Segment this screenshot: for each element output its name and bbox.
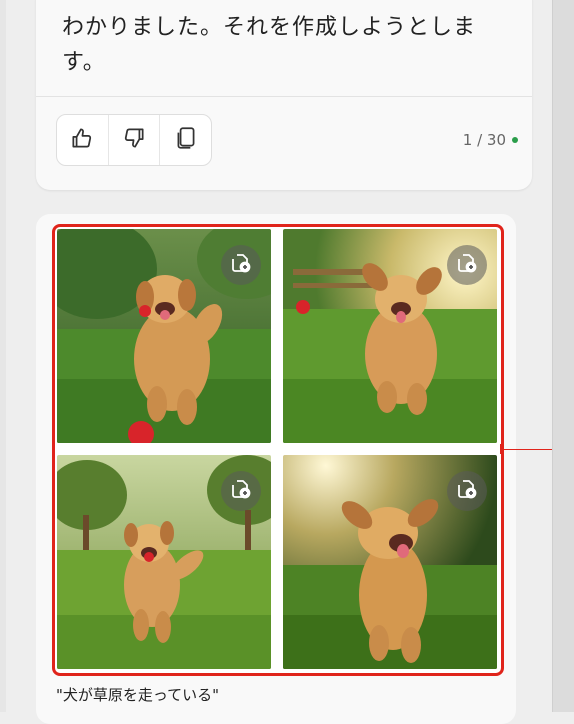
image-grid-highlight: [52, 224, 504, 676]
feedback-toolbar: [56, 114, 212, 166]
save-image-button[interactable]: [447, 245, 487, 285]
dislike-button[interactable]: [109, 115, 161, 165]
generated-image-4[interactable]: [283, 455, 497, 669]
copy-icon: [173, 125, 199, 155]
save-to-collection-icon: [455, 251, 479, 279]
assistant-message-card: わかりました。それを作成しようとしま す。 1 / 30: [36, 0, 532, 190]
turn-counter-text: 1 / 30: [462, 131, 506, 149]
save-image-button[interactable]: [221, 471, 261, 511]
image-result-card: "犬が草原を走っている": [36, 214, 516, 724]
copy-button[interactable]: [160, 115, 211, 165]
save-to-collection-icon: [229, 477, 253, 505]
generated-image-2[interactable]: [283, 229, 497, 443]
scrollbar-track[interactable]: [552, 0, 574, 712]
image-prompt-caption: "犬が草原を走っている": [56, 686, 220, 704]
turn-counter: 1 / 30: [463, 131, 518, 149]
assistant-message-text: わかりました。それを作成しようとしま す。: [62, 10, 482, 80]
save-image-button[interactable]: [221, 245, 261, 285]
save-image-button[interactable]: [447, 471, 487, 511]
callout-line: [500, 449, 552, 450]
save-to-collection-icon: [455, 477, 479, 505]
divider: [36, 96, 532, 97]
generated-image-1[interactable]: [57, 229, 271, 443]
page-edge: [0, 0, 6, 712]
generated-image-3[interactable]: [57, 455, 271, 669]
thumbs-up-icon: [69, 125, 95, 155]
status-dot: [512, 137, 518, 143]
message-line: わかりました。それを作成しようとしま: [62, 15, 477, 40]
thumbs-down-icon: [121, 125, 147, 155]
message-line: す。: [62, 50, 106, 75]
like-button[interactable]: [57, 115, 109, 165]
save-to-collection-icon: [229, 251, 253, 279]
